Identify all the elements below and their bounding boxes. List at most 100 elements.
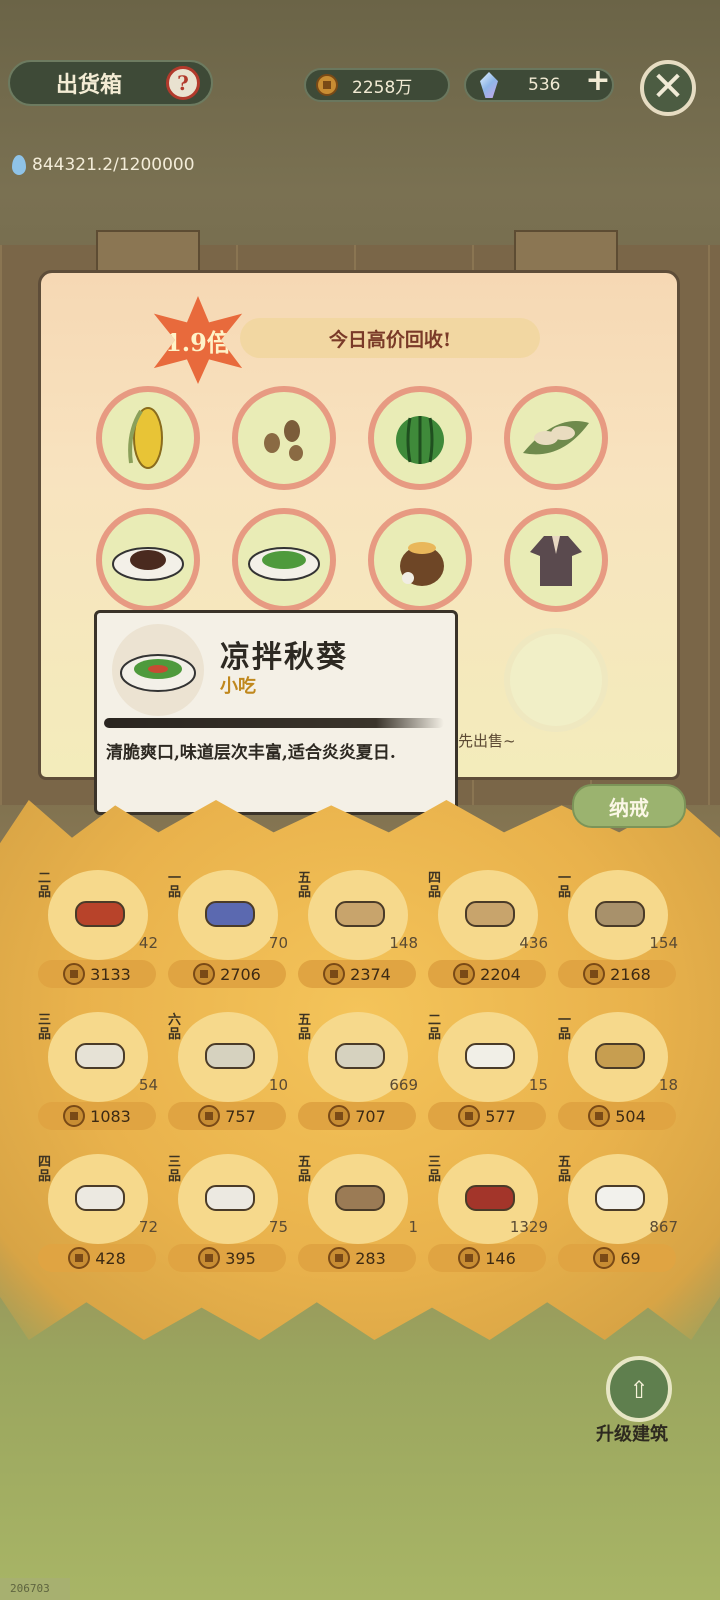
item-count: 18 (658, 1076, 678, 1094)
board-slot-corn[interactable] (96, 386, 200, 490)
item-price-value: 283 (355, 1248, 386, 1268)
storage-item[interactable]: 三品 54 1083 (38, 1012, 158, 1142)
item-count: 54 (138, 1076, 158, 1094)
item-price-value: 757 (225, 1106, 256, 1126)
storage-item[interactable]: 五品 867 69 (558, 1154, 678, 1284)
item-grade: 三品 (428, 1155, 442, 1184)
storage-tab-nahe[interactable]: 纳戒 (572, 784, 686, 828)
water-value: 844321.2/1200000 (32, 155, 195, 175)
board-hint: 先出售~ (458, 732, 516, 750)
item-grade: 三品 (168, 1155, 182, 1184)
coin-icon (328, 1247, 351, 1269)
item-count: 867 (649, 1218, 678, 1236)
storage-item[interactable]: 五品 148 2374 (298, 870, 418, 1000)
paper-roll-icon (465, 901, 515, 927)
tooltip-item-name: 凉拌秋葵 (220, 640, 348, 675)
coin-icon (63, 1105, 86, 1127)
item-price: 504 (558, 1102, 676, 1130)
upgrade-building-button[interactable]: ⇧ (606, 1356, 672, 1422)
item-price-value: 69 (620, 1248, 641, 1268)
item-price: 428 (38, 1244, 156, 1272)
board-slot-dumplings[interactable] (504, 386, 608, 490)
board-slot-seeds[interactable] (232, 386, 336, 490)
item-price-value: 504 (615, 1106, 646, 1126)
item-price-value: 2374 (350, 964, 391, 984)
coin-icon (323, 963, 346, 985)
water-capacity: 844321.2/1200000 (12, 155, 195, 175)
dumplings-on-leaf-icon (523, 421, 589, 455)
coin-icon (68, 1247, 91, 1269)
coin-icon (63, 963, 86, 985)
board-slot-braised-pork[interactable] (96, 508, 200, 612)
board-slot-watermelon[interactable] (368, 386, 472, 490)
close-button[interactable]: ✕ (640, 60, 696, 116)
tooltip-description: 清脆爽口,味道层次丰富,适合炎炎夏日. (106, 743, 396, 763)
red-thread-spool-icon (465, 1185, 515, 1211)
item-price: 69 (558, 1244, 676, 1272)
coin-icon (458, 1105, 481, 1127)
item-count: 669 (389, 1076, 418, 1094)
storage-item[interactable]: 五品 1 283 (298, 1154, 418, 1284)
board-slot-wine-jar[interactable] (368, 508, 472, 612)
paper-roll-icon (335, 901, 385, 927)
upgrade-building-icon: ⇧ (628, 1374, 650, 1404)
item-grade: 六品 (168, 1013, 182, 1042)
item-grade: 五品 (298, 871, 312, 900)
corn-icon (128, 407, 163, 469)
red-cloth-icon (75, 901, 125, 927)
storage-item[interactable]: 一品 154 2168 (558, 870, 678, 1000)
board-slot-empty[interactable] (504, 628, 608, 732)
storage-item[interactable]: 三品 75 395 (168, 1154, 288, 1284)
coin-icon (588, 1105, 611, 1127)
storage-item[interactable]: 三品 1329 146 (428, 1154, 548, 1284)
item-grade: 一品 (558, 1013, 572, 1042)
item-price: 757 (168, 1102, 286, 1130)
storage-item[interactable]: 二品 42 3133 (38, 870, 158, 1000)
coin-icon (193, 963, 216, 985)
storage-item[interactable]: 四品 72 428 (38, 1154, 158, 1284)
add-gems-button[interactable]: + (583, 66, 613, 96)
storage-item[interactable]: 五品 669 707 (298, 1012, 418, 1142)
wine-jar-icon (400, 542, 444, 586)
item-grade: 四品 (38, 1155, 52, 1184)
coin-icon (328, 1105, 351, 1127)
okra-salad-icon (248, 547, 320, 581)
item-count: 1 (408, 1218, 418, 1236)
board-slot-robe[interactable] (504, 508, 608, 612)
item-grade: 五品 (298, 1155, 312, 1184)
item-price-value: 2168 (610, 964, 651, 984)
item-price: 577 (428, 1102, 546, 1130)
white-cloth-roll-icon (75, 1043, 125, 1069)
item-price-value: 2204 (480, 964, 521, 984)
thread-spool-icon (75, 1185, 125, 1211)
storage-item[interactable]: 四品 436 2204 (428, 870, 548, 1000)
item-grade: 三品 (38, 1013, 52, 1042)
item-price: 2204 (428, 960, 546, 988)
storage-item[interactable]: 二品 15 577 (428, 1012, 548, 1142)
title-text: 出货箱 (56, 72, 123, 98)
braised-pork-icon (112, 547, 184, 581)
blue-cloth-icon (205, 901, 255, 927)
board-slot-okra-salad[interactable] (232, 508, 336, 612)
robe-icon (530, 536, 582, 586)
item-count: 42 (138, 934, 158, 952)
storage-item[interactable]: 一品 18 504 (558, 1012, 678, 1142)
item-price: 2168 (558, 960, 676, 988)
storage-item[interactable]: 一品 70 2706 (168, 870, 288, 1000)
watermelon-icon (396, 416, 444, 464)
banner: 今日高价回收! (240, 318, 540, 358)
seeds-icon (264, 420, 303, 461)
item-price: 2374 (298, 960, 416, 988)
build-id: 206703 (0, 1578, 70, 1600)
item-count: 15 (528, 1076, 548, 1094)
item-grade: 四品 (428, 871, 442, 900)
item-price: 2706 (168, 960, 286, 988)
coin-icon (198, 1105, 221, 1127)
item-price: 146 (428, 1244, 546, 1272)
question-icon[interactable]: ? (166, 66, 200, 100)
item-grade: 二品 (428, 1013, 442, 1042)
coin-icon (593, 1247, 616, 1269)
item-count: 75 (268, 1218, 288, 1236)
coin-icon (583, 963, 606, 985)
storage-item[interactable]: 六品 10 757 (168, 1012, 288, 1142)
